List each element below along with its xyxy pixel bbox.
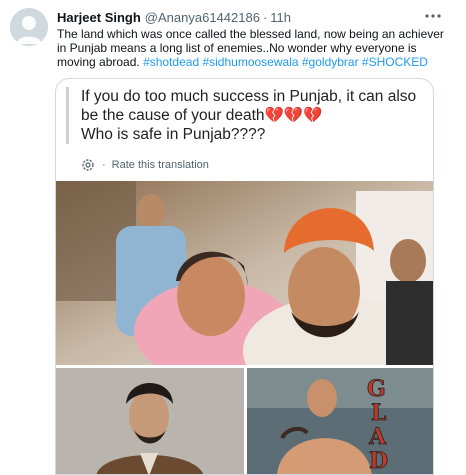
quote-line-1: If you do too much success in Punjab, it… — [81, 88, 417, 124]
portrait-photo-left[interactable] — [56, 368, 244, 474]
hashtag-link[interactable]: #goldybrar — [302, 55, 359, 69]
gear-icon — [80, 157, 96, 173]
author-handle[interactable]: @Ananya61442186 — [145, 10, 260, 25]
tweet-text: The land which was once called the bless… — [57, 27, 452, 69]
more-horizontal-icon[interactable] — [422, 6, 444, 26]
quoted-text: If you do too much success in Punjab, it… — [66, 87, 424, 144]
hashtag-link[interactable]: #sidhumoosewala — [202, 55, 298, 69]
portrait-photo-right[interactable]: G L A D — [247, 368, 433, 474]
page-background — [434, 78, 466, 475]
tweet-header: Harjeet Singh @Ananya61442186 · 11h — [57, 8, 427, 26]
svg-text:G: G — [367, 376, 386, 402]
tweet-timestamp[interactable]: 11h — [270, 10, 291, 25]
svg-text:A: A — [368, 424, 387, 450]
author-name[interactable]: Harjeet Singh — [57, 10, 141, 25]
rate-translation[interactable]: · Rate this translation — [80, 157, 209, 173]
broken-heart-emoji: 💔💔💔 — [264, 107, 323, 124]
quote-line-2: Who is safe in Punjab???? — [81, 126, 266, 143]
svg-text:L: L — [371, 400, 386, 426]
rate-translation-label: Rate this translation — [111, 159, 209, 171]
avatar[interactable] — [10, 8, 48, 46]
svg-text:D: D — [369, 448, 388, 474]
hashtag-link[interactable]: #SHOCKED — [362, 55, 428, 69]
separator-dot: · — [262, 9, 268, 25]
media-card[interactable]: If you do too much success in Punjab, it… — [55, 78, 434, 475]
hashtag-link[interactable]: #shotdead — [143, 55, 199, 69]
main-photo[interactable] — [56, 181, 433, 365]
tweet[interactable]: Harjeet Singh @Ananya61442186 · 11h The … — [0, 0, 466, 475]
rate-translation-dot: · — [102, 159, 106, 171]
